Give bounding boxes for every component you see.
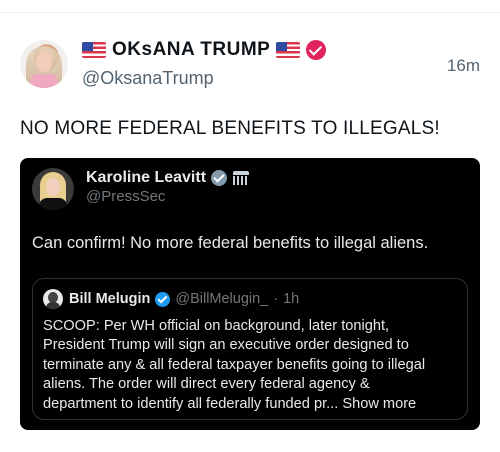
grey-verified-icon [211, 170, 228, 186]
nested-text-line: President Trump will sign an executive o… [43, 337, 409, 354]
author-name-row[interactable]: OKsANA TRUMP [82, 38, 327, 62]
show-more-link[interactable]: Show more [342, 396, 416, 412]
us-flag-icon [276, 42, 301, 58]
quoted-display-name[interactable]: Karoline Leavitt [86, 169, 206, 187]
nested-display-name[interactable]: Bill Melugin [69, 291, 150, 307]
tweet-text: NO MORE FEDERAL BENEFITS TO ILLEGALS! [20, 118, 440, 139]
quoted-text: Can confirm! No more federal benefits to… [32, 234, 429, 252]
nested-header: Bill Melugin @BillMelugin_ · 1h [69, 290, 299, 308]
avatar[interactable] [20, 40, 68, 88]
nested-quoted-tweet[interactable]: Bill Melugin @BillMelugin_ · 1h SCOOP: P… [32, 278, 468, 420]
divider [0, 12, 500, 13]
blue-verified-icon [155, 291, 171, 307]
nested-text: SCOOP: Per WH official on background, la… [43, 317, 463, 414]
nested-text-line: terminate any & all federal taxpayer ben… [43, 356, 426, 373]
quoted-tweet-card[interactable]: Karoline Leavitt @PressSec Can confirm! … [20, 158, 480, 430]
author-handle[interactable]: @OksanaTrump [82, 68, 214, 89]
nested-handle[interactable]: @BillMelugin_ [175, 291, 268, 307]
quoted-avatar[interactable] [32, 168, 74, 210]
nested-text-line-last: department to identify all federally fun… [43, 395, 463, 414]
quoted-name-row: Karoline Leavitt [86, 168, 250, 188]
nested-text-truncated: department to identify all federally fun… [43, 395, 339, 412]
author-display-name[interactable]: OKsANA TRUMP [112, 39, 270, 61]
nested-text-line: SCOOP: Per WH official on background, la… [43, 318, 390, 334]
nested-timestamp[interactable]: 1h [283, 291, 299, 307]
separator-dot: · [273, 291, 279, 307]
verified-badge-icon[interactable] [306, 40, 327, 60]
timestamp[interactable]: 16m [447, 56, 480, 76]
nested-text-line: aliens. The order will direct every fede… [43, 376, 370, 393]
nested-avatar[interactable] [43, 289, 63, 309]
government-building-icon [232, 171, 250, 185]
quoted-handle[interactable]: @PressSec [86, 188, 165, 205]
us-flag-icon [82, 42, 106, 58]
